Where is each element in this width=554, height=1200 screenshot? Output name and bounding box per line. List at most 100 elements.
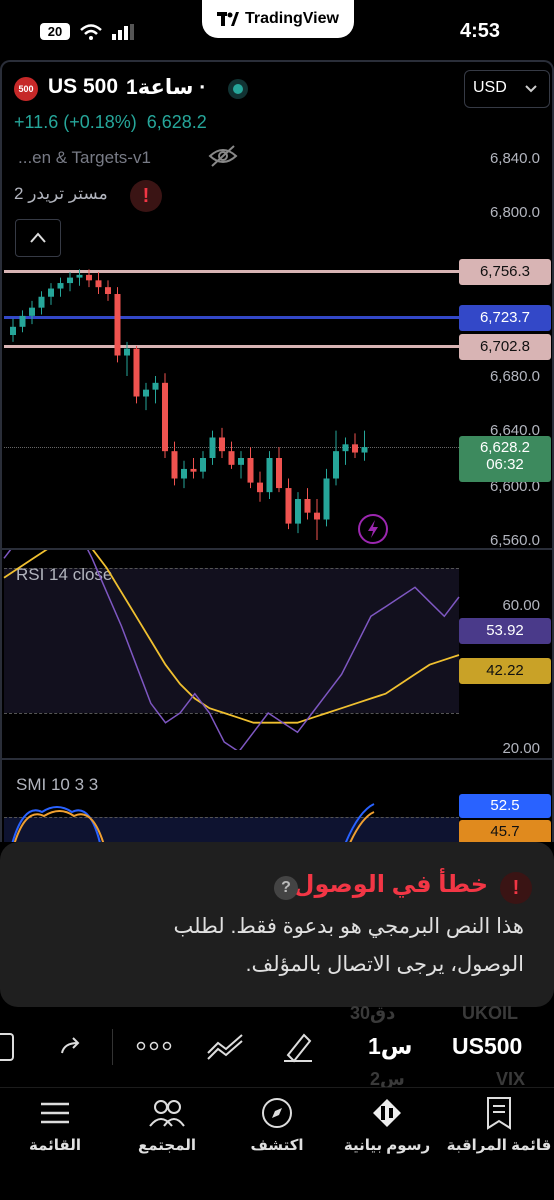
menu-icon — [41, 1102, 69, 1124]
price-tag: 6,723.7 — [459, 305, 551, 331]
nav-label: المجتمع — [137, 1137, 197, 1154]
price-tag: 6,702.8 — [459, 334, 551, 360]
currency-label: USD — [473, 79, 507, 96]
candle — [352, 444, 358, 453]
candle — [228, 451, 235, 465]
tradingview-logo-icon — [217, 12, 240, 26]
status-bar: 20 TradingView 4:53 — [0, 0, 554, 60]
indicators-icon[interactable] — [206, 1033, 246, 1061]
chevron-down-icon — [525, 85, 537, 93]
rsi-ma-value-tag: 42.22 — [459, 658, 551, 684]
candle — [143, 389, 149, 397]
candle — [361, 447, 368, 453]
rsi-axis-label: 60.00 — [502, 597, 540, 614]
candle — [266, 458, 273, 493]
smi-plot — [11, 803, 375, 842]
candle — [295, 499, 301, 524]
access-error-toast: ! خطأ في الوصول ? هذا النص البرمجي هو بد… — [0, 842, 554, 1007]
candle — [105, 287, 111, 294]
candle — [304, 499, 311, 513]
explore-icon — [262, 1098, 292, 1128]
app-name: TradingView — [245, 10, 339, 27]
alert-title: خطأ في الوصول — [293, 871, 488, 898]
fullscreen-icon[interactable] — [0, 1033, 14, 1061]
nav-menu[interactable]: القائمة — [0, 1088, 110, 1154]
price-axis-label: 6,840.0 — [489, 150, 540, 167]
candle — [333, 451, 339, 479]
candle — [200, 458, 206, 472]
candle — [323, 478, 330, 520]
smi-value-tag: 52.5 — [459, 794, 551, 818]
smi-signal-value-tag: 45.7 — [459, 820, 551, 842]
candle — [238, 458, 244, 465]
price-tag: 6,756.3 — [459, 259, 551, 285]
candle — [133, 348, 140, 397]
candle — [190, 468, 197, 472]
candle — [19, 315, 26, 327]
alert-body-line1: هذا النص البرمجي هو بدعوة فقط. لطلب — [173, 915, 525, 938]
candle — [48, 288, 54, 297]
help-icon[interactable]: ? — [274, 876, 298, 900]
candle — [76, 274, 83, 278]
candle — [162, 382, 168, 452]
nav-community[interactable]: المجتمع — [112, 1088, 222, 1154]
nav-watchlist[interactable]: قائمة المراقبة — [444, 1088, 554, 1154]
charts-icon — [373, 1099, 401, 1127]
symbol-selector[interactable]: US500 — [452, 1033, 522, 1060]
last-price-tag-value: 6,628.2 — [479, 439, 531, 456]
last-price-tag: 6,628.2 06:32 — [459, 436, 551, 482]
watchlist-peek-top-interval: 30دق — [350, 1003, 396, 1023]
nav-label: القائمة — [29, 1137, 81, 1154]
candle — [29, 307, 35, 316]
candle — [57, 283, 64, 289]
candlestick-plot[interactable] — [2, 62, 462, 542]
rsi-value-tag: 53.92 — [459, 618, 551, 644]
candle — [152, 382, 159, 390]
lightning-icon[interactable] — [358, 514, 388, 544]
chart-panel[interactable]: 500 US 500 1ساعة · USD +11.6 (+0.18%) 6,… — [0, 60, 554, 842]
interval-selector[interactable]: 1س — [368, 1033, 413, 1060]
countdown: 06:32 — [486, 456, 524, 473]
candle — [314, 512, 320, 520]
drawing-pen-icon[interactable] — [282, 1029, 316, 1063]
currency-selector[interactable]: USD — [464, 70, 550, 108]
alert-body-line2: الوصول، يرجى الاتصال بالمؤلف. — [245, 953, 524, 976]
nav-label: رسوم بيانية — [343, 1137, 431, 1154]
candle — [67, 277, 73, 284]
rsi-plot — [3, 550, 460, 750]
battery-indicator: 20 — [40, 23, 70, 40]
nav-label: قائمة المراقبة — [446, 1137, 552, 1154]
rsi-line — [3, 550, 460, 750]
toolbar-divider — [112, 1029, 113, 1065]
redo-icon[interactable] — [58, 1035, 84, 1059]
candle — [181, 468, 187, 479]
nav-charts[interactable]: رسوم بيانية — [332, 1088, 442, 1154]
price-axis-label: 6,800.0 — [489, 204, 540, 221]
candle — [342, 444, 349, 452]
pane-divider[interactable] — [2, 758, 552, 760]
candle — [86, 274, 92, 281]
candle — [257, 482, 263, 493]
candle — [95, 280, 102, 288]
candle — [10, 326, 16, 335]
candle — [124, 348, 130, 356]
nav-explore[interactable]: اكتشف — [222, 1088, 332, 1154]
price-axis-label: 6,560.0 — [489, 532, 540, 549]
rsi-ma-line — [3, 550, 460, 724]
error-icon: ! — [500, 872, 532, 904]
wifi-icon — [80, 24, 102, 40]
candle — [247, 458, 254, 483]
candle — [285, 488, 292, 524]
more-icon[interactable] — [136, 1041, 172, 1051]
nav-label: اكتشف — [250, 1137, 304, 1154]
candle — [114, 294, 121, 356]
chart-toolbar: UKOIL 30دق VIX 2س 1س US500 — [0, 1003, 554, 1089]
app-pill[interactable]: TradingView — [202, 0, 354, 38]
price-axis-label: 6,680.0 — [489, 368, 540, 385]
signal-icon — [112, 24, 134, 40]
rsi-axis-label: 20.00 — [502, 740, 540, 757]
status-time: 4:53 — [459, 20, 500, 42]
watchlist-peek-top: UKOIL — [462, 1003, 518, 1023]
candle — [276, 458, 282, 489]
community-icon — [149, 1100, 185, 1127]
